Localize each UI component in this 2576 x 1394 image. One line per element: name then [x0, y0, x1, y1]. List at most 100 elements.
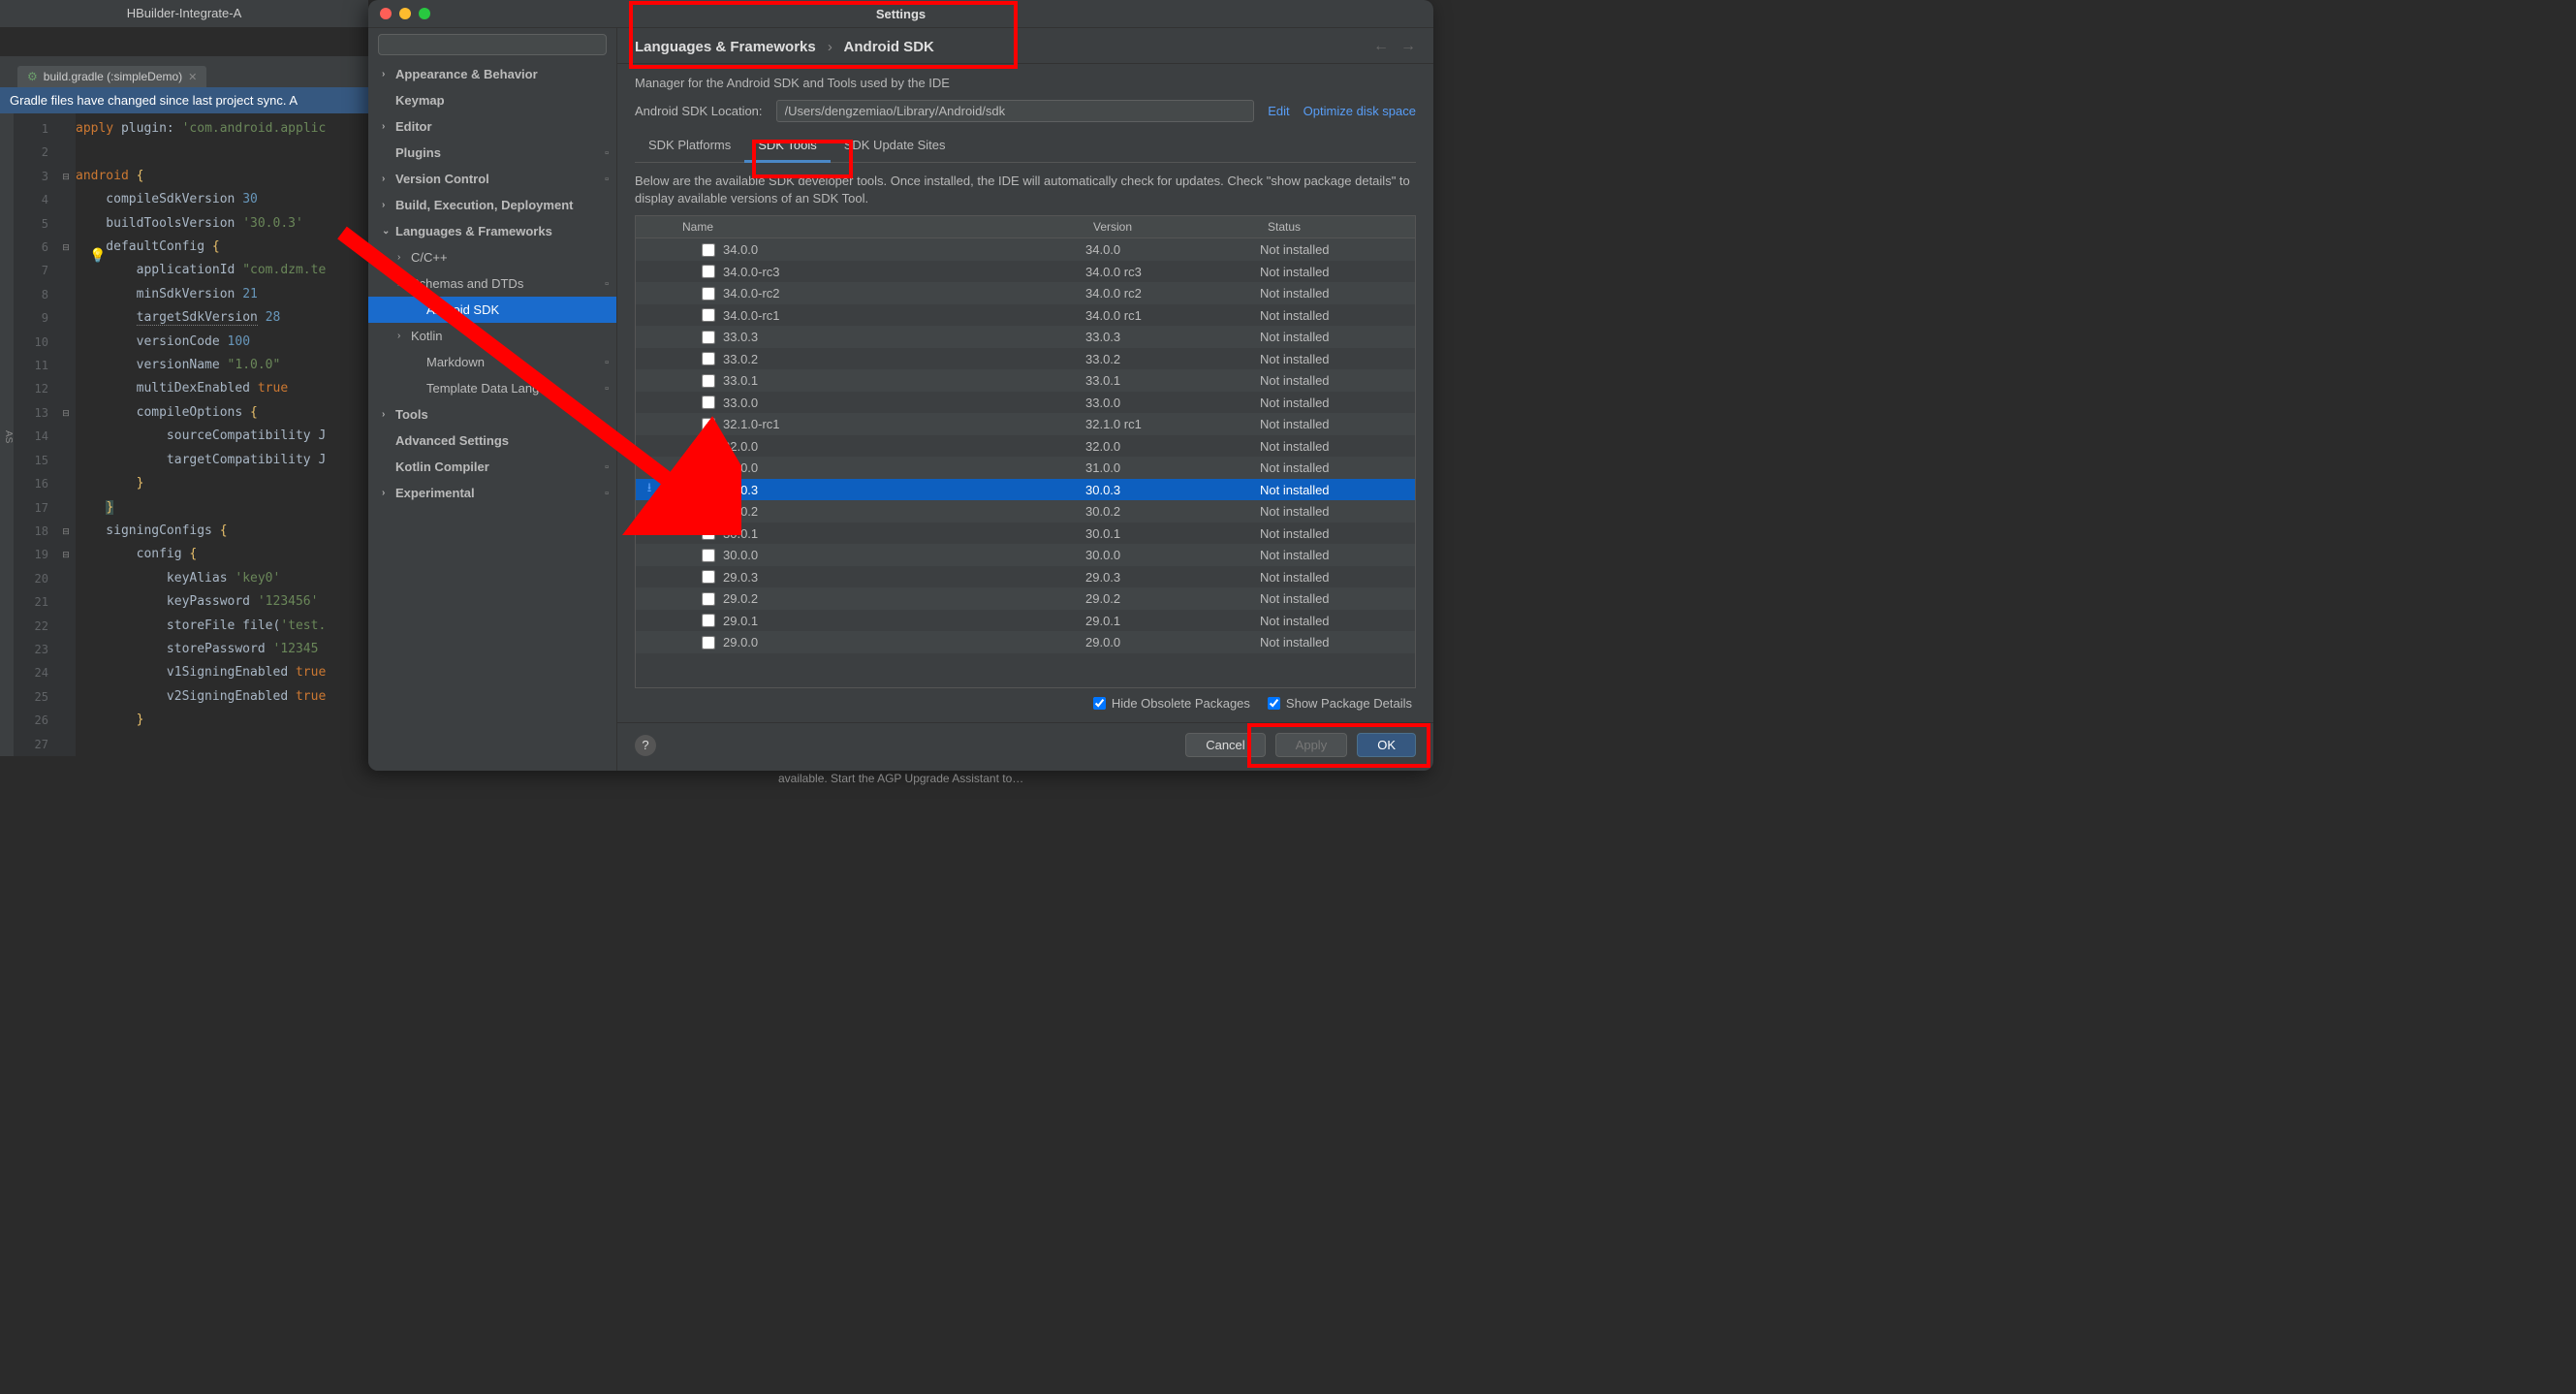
row-name: 29.0.2: [721, 591, 1085, 606]
table-row[interactable]: 33.0.133.0.1Not installed: [636, 369, 1415, 392]
sidebar-item-schemas-and-dtds[interactable]: ›Schemas and DTDs▫: [368, 270, 616, 297]
row-version: 32.1.0 rc1: [1085, 417, 1260, 431]
sidebar-item-keymap[interactable]: Keymap: [368, 87, 616, 113]
row-status: Not installed: [1260, 330, 1415, 344]
row-checkbox[interactable]: [702, 549, 715, 562]
hide-obsolete-checkbox[interactable]: Hide Obsolete Packages: [1093, 696, 1250, 711]
row-checkbox[interactable]: [702, 243, 715, 257]
sidebar-item-editor[interactable]: ›Editor: [368, 113, 616, 140]
row-checkbox[interactable]: [702, 308, 715, 322]
editor-tab-build-gradle[interactable]: ⚙ build.gradle (:simpleDemo) ✕: [17, 66, 206, 87]
table-row[interactable]: 29.0.029.0.0Not installed: [636, 631, 1415, 653]
close-icon[interactable]: ✕: [188, 71, 197, 83]
table-row[interactable]: 33.0.333.0.3Not installed: [636, 326, 1415, 348]
row-checkbox[interactable]: [702, 265, 715, 278]
ok-button[interactable]: OK: [1357, 733, 1416, 757]
row-checkbox[interactable]: [702, 374, 715, 388]
row-checkbox[interactable]: [702, 461, 715, 475]
table-row[interactable]: 31.0.031.0.0Not installed: [636, 457, 1415, 479]
optimize-disk-link[interactable]: Optimize disk space: [1304, 104, 1416, 118]
col-version[interactable]: Version: [1085, 216, 1260, 238]
sidebar-item-experimental[interactable]: ›Experimental▫: [368, 480, 616, 506]
sidebar-item-appearance-behavior[interactable]: ›Appearance & Behavior: [368, 61, 616, 87]
sidebar-item-c-c-[interactable]: ›C/C++: [368, 244, 616, 270]
tab-sdk-tools[interactable]: SDK Tools: [744, 132, 830, 163]
sidebar-item-version-control[interactable]: ›Version Control▫: [368, 166, 616, 192]
row-status: Not installed: [1260, 504, 1415, 519]
back-icon[interactable]: ←: [1373, 38, 1389, 55]
row-checkbox[interactable]: [702, 505, 715, 519]
row-checkbox[interactable]: [702, 592, 715, 606]
sidebar-item-kotlin[interactable]: ›Kotlin: [368, 323, 616, 349]
table-row[interactable]: 34.0.0-rc234.0.0 rc2Not installed: [636, 282, 1415, 304]
row-status: Not installed: [1260, 352, 1415, 366]
row-checkbox[interactable]: [702, 439, 715, 453]
row-checkbox[interactable]: [702, 636, 715, 649]
breadcrumb-current: Android SDK: [844, 39, 934, 55]
table-row[interactable]: 32.1.0-rc132.1.0 rc1Not installed: [636, 413, 1415, 435]
tree-arrow-icon: ›: [382, 69, 393, 79]
col-name[interactable]: Name: [636, 216, 1085, 238]
row-status: Not installed: [1260, 396, 1415, 410]
show-package-details-checkbox[interactable]: Show Package Details: [1268, 696, 1412, 711]
window-close-button[interactable]: [380, 8, 392, 19]
table-row[interactable]: 29.0.329.0.3Not installed: [636, 566, 1415, 588]
sidebar-item-template-data-langua-[interactable]: Template Data Langua…▫: [368, 375, 616, 401]
table-row[interactable]: 34.0.0-rc334.0.0 rc3Not installed: [636, 261, 1415, 283]
sidebar-item-android-sdk[interactable]: Android SDK: [368, 297, 616, 323]
download-icon: ⭳: [636, 479, 663, 500]
table-row[interactable]: 29.0.129.0.1Not installed: [636, 610, 1415, 632]
help-button[interactable]: ?: [635, 735, 656, 756]
tab-sdk-update-sites[interactable]: SDK Update Sites: [831, 132, 959, 162]
row-checkbox[interactable]: [702, 483, 715, 496]
table-row[interactable]: 30.0.130.0.1Not installed: [636, 523, 1415, 545]
row-checkbox[interactable]: [702, 614, 715, 627]
table-row[interactable]: 33.0.233.0.2Not installed: [636, 348, 1415, 370]
row-checkbox[interactable]: [702, 418, 715, 431]
table-row[interactable]: 32.0.032.0.0Not installed: [636, 435, 1415, 458]
table-row[interactable]: 34.0.034.0.0Not installed: [636, 238, 1415, 261]
table-row[interactable]: 30.0.030.0.0Not installed: [636, 544, 1415, 566]
settings-tree[interactable]: ›Appearance & BehaviorKeymap›EditorPlugi…: [368, 61, 616, 771]
hide-obsolete-input[interactable]: [1093, 697, 1106, 710]
row-checkbox[interactable]: [702, 526, 715, 540]
edit-link[interactable]: Edit: [1268, 104, 1289, 118]
breadcrumb-parent[interactable]: Languages & Frameworks: [635, 39, 816, 55]
row-checkbox[interactable]: [702, 396, 715, 409]
row-checkbox[interactable]: [702, 570, 715, 584]
window-minimize-button[interactable]: [399, 8, 411, 19]
nav-arrows: ← →: [1373, 38, 1416, 55]
sidebar-item-tools[interactable]: ›Tools: [368, 401, 616, 428]
forward-icon[interactable]: →: [1400, 38, 1416, 55]
col-status[interactable]: Status: [1260, 216, 1415, 238]
table-row[interactable]: 34.0.0-rc134.0.0 rc1Not installed: [636, 304, 1415, 327]
cancel-button[interactable]: Cancel: [1185, 733, 1265, 757]
sdk-location-input[interactable]: [776, 100, 1255, 122]
sidebar-item-label: Version Control: [395, 172, 489, 186]
table-body[interactable]: 34.0.034.0.0Not installed34.0.0-rc334.0.…: [636, 238, 1415, 687]
sidebar-item-advanced-settings[interactable]: Advanced Settings: [368, 428, 616, 454]
sidebar-item-markdown[interactable]: Markdown▫: [368, 349, 616, 375]
table-row[interactable]: ⭳30.0.330.0.3Not installed: [636, 479, 1415, 501]
tab-sdk-platforms[interactable]: SDK Platforms: [635, 132, 744, 162]
sidebar-item-languages-frameworks[interactable]: ⌄Languages & Frameworks: [368, 218, 616, 244]
row-checkbox[interactable]: [702, 331, 715, 344]
left-tool-stripe[interactable]: AS: [0, 113, 14, 756]
lightbulb-icon[interactable]: 💡: [89, 247, 106, 264]
row-name: 34.0.0-rc3: [721, 265, 1085, 279]
row-checkbox[interactable]: [702, 287, 715, 301]
code-area[interactable]: apply plugin: 'com.android.applic androi…: [76, 113, 326, 756]
table-row[interactable]: 29.0.229.0.2Not installed: [636, 587, 1415, 610]
table-row[interactable]: 30.0.230.0.2Not installed: [636, 500, 1415, 523]
row-checkbox[interactable]: [702, 352, 715, 365]
row-name: 33.0.0: [721, 396, 1085, 410]
table-row[interactable]: 33.0.033.0.0Not installed: [636, 392, 1415, 414]
settings-search-input[interactable]: [378, 34, 607, 55]
window-zoom-button[interactable]: [419, 8, 430, 19]
show-details-input[interactable]: [1268, 697, 1280, 710]
sidebar-item-label: Template Data Langua…: [426, 381, 566, 396]
sidebar-item-kotlin-compiler[interactable]: Kotlin Compiler▫: [368, 454, 616, 480]
apply-button[interactable]: Apply: [1275, 733, 1348, 757]
sidebar-item-plugins[interactable]: Plugins▫: [368, 140, 616, 166]
sidebar-item-build-execution-deployment[interactable]: ›Build, Execution, Deployment: [368, 192, 616, 218]
